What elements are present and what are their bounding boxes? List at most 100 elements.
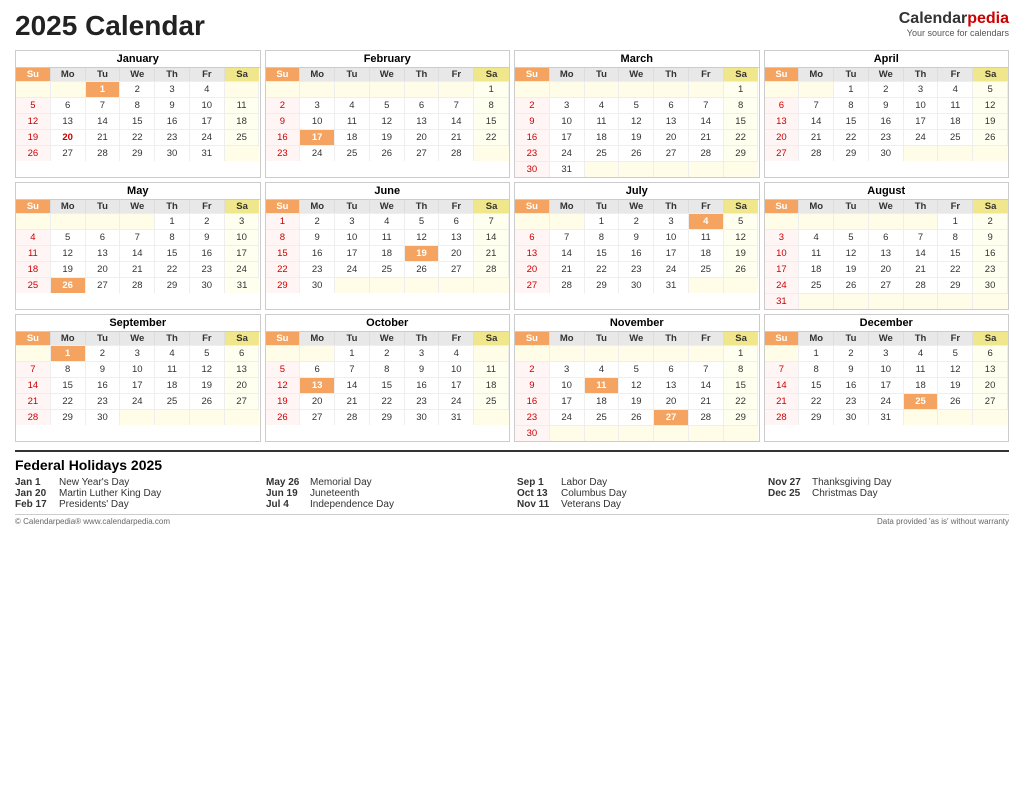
day-cell xyxy=(904,213,939,229)
day-cell: 19 xyxy=(619,393,654,409)
day-cell: 10 xyxy=(654,229,689,245)
day-cell: 25 xyxy=(155,393,190,409)
day-cell: 18 xyxy=(474,377,509,393)
day-cell: 14 xyxy=(16,377,51,393)
day-cell: 2 xyxy=(86,345,121,361)
day-cell: 16 xyxy=(515,129,550,145)
day-cell: 26 xyxy=(370,145,405,161)
day-cell: 11 xyxy=(225,97,260,113)
holiday-item: Sep 1Labor Day xyxy=(517,477,758,488)
dow-label: Mo xyxy=(51,200,86,213)
day-cell xyxy=(585,345,620,361)
day-cell: 11 xyxy=(16,245,51,261)
day-cell: 17 xyxy=(904,113,939,129)
day-cell xyxy=(370,277,405,293)
dow-label: We xyxy=(619,332,654,345)
holiday-date: Nov 11 xyxy=(517,499,557,510)
day-cell: 21 xyxy=(765,393,800,409)
day-cell: 13 xyxy=(51,113,86,129)
month-name: May xyxy=(16,183,260,200)
day-cell: 4 xyxy=(335,97,370,113)
day-cell: 25 xyxy=(335,145,370,161)
day-cell: 27 xyxy=(654,409,689,425)
day-cell: 31 xyxy=(765,293,800,309)
day-cell: 15 xyxy=(474,113,509,129)
day-cell: 23 xyxy=(619,261,654,277)
day-cell: 12 xyxy=(405,229,440,245)
day-cell: 5 xyxy=(405,213,440,229)
day-cell: 12 xyxy=(724,229,759,245)
day-cell: 14 xyxy=(689,377,724,393)
day-cell xyxy=(619,161,654,177)
dow-label: Sa xyxy=(225,200,260,213)
day-cell: 20 xyxy=(654,129,689,145)
day-cell: 3 xyxy=(300,97,335,113)
dow-label: Th xyxy=(405,68,440,81)
day-cell: 5 xyxy=(724,213,759,229)
day-cell: 28 xyxy=(689,409,724,425)
day-cell: 24 xyxy=(869,393,904,409)
holiday-column: Jan 1New Year's DayJan 20Martin Luther K… xyxy=(15,477,256,510)
holiday-column: Sep 1Labor DayOct 13Columbus DayNov 11Ve… xyxy=(517,477,758,510)
day-cell: 9 xyxy=(515,377,550,393)
day-cell: 7 xyxy=(335,361,370,377)
holiday-item: Oct 13Columbus Day xyxy=(517,488,758,499)
day-cell: 5 xyxy=(973,81,1008,97)
day-cell: 6 xyxy=(225,345,260,361)
day-cell: 8 xyxy=(120,97,155,113)
day-cell: 9 xyxy=(266,113,301,129)
day-cell: 22 xyxy=(799,393,834,409)
day-cell xyxy=(474,277,509,293)
dow-label: Mo xyxy=(51,68,86,81)
day-cell: 25 xyxy=(689,261,724,277)
day-cell: 3 xyxy=(405,345,440,361)
day-cell xyxy=(120,409,155,425)
holiday-item: Feb 17Presidents' Day xyxy=(15,499,256,510)
day-cell xyxy=(225,81,260,97)
day-cell: 1 xyxy=(799,345,834,361)
month-name: January xyxy=(16,51,260,68)
day-cell: 28 xyxy=(335,409,370,425)
day-cell xyxy=(585,425,620,441)
day-cell: 30 xyxy=(190,277,225,293)
holiday-name: New Year's Day xyxy=(59,477,129,488)
day-cell xyxy=(799,293,834,309)
day-cell: 8 xyxy=(799,361,834,377)
day-cell xyxy=(834,293,869,309)
day-cell xyxy=(474,409,509,425)
day-cell: 23 xyxy=(515,145,550,161)
day-cell: 6 xyxy=(869,229,904,245)
footer-right: Data provided 'as is' without warranty xyxy=(877,517,1009,526)
holiday-column: May 26Memorial DayJun 19JuneteenthJul 4I… xyxy=(266,477,507,510)
day-cell: 31 xyxy=(550,161,585,177)
day-cell xyxy=(724,277,759,293)
day-cell: 26 xyxy=(834,277,869,293)
day-cell xyxy=(765,345,800,361)
day-cell xyxy=(834,213,869,229)
month-name: November xyxy=(515,315,759,332)
day-cell: 17 xyxy=(439,377,474,393)
day-cell: 13 xyxy=(515,245,550,261)
day-cell: 17 xyxy=(869,377,904,393)
day-cell: 5 xyxy=(370,97,405,113)
dow-label: Mo xyxy=(550,68,585,81)
day-cell: 4 xyxy=(585,361,620,377)
dow-label: Fr xyxy=(689,332,724,345)
month-name: April xyxy=(765,51,1009,68)
day-cell: 21 xyxy=(335,393,370,409)
day-cell: 30 xyxy=(515,425,550,441)
day-cell: 1 xyxy=(834,81,869,97)
month-name: December xyxy=(765,315,1009,332)
dow-label: We xyxy=(120,68,155,81)
day-cell xyxy=(904,409,939,425)
day-cell: 15 xyxy=(724,113,759,129)
day-cell: 1 xyxy=(938,213,973,229)
dow-label: We xyxy=(370,68,405,81)
day-cell xyxy=(550,81,585,97)
holiday-item: Jan 1 New Year's Day xyxy=(15,477,256,488)
day-cell: 27 xyxy=(515,277,550,293)
day-cell: 18 xyxy=(155,377,190,393)
day-cell: 3 xyxy=(155,81,190,97)
day-cell: 23 xyxy=(973,261,1008,277)
holiday-date: Jan 1 xyxy=(15,477,55,488)
